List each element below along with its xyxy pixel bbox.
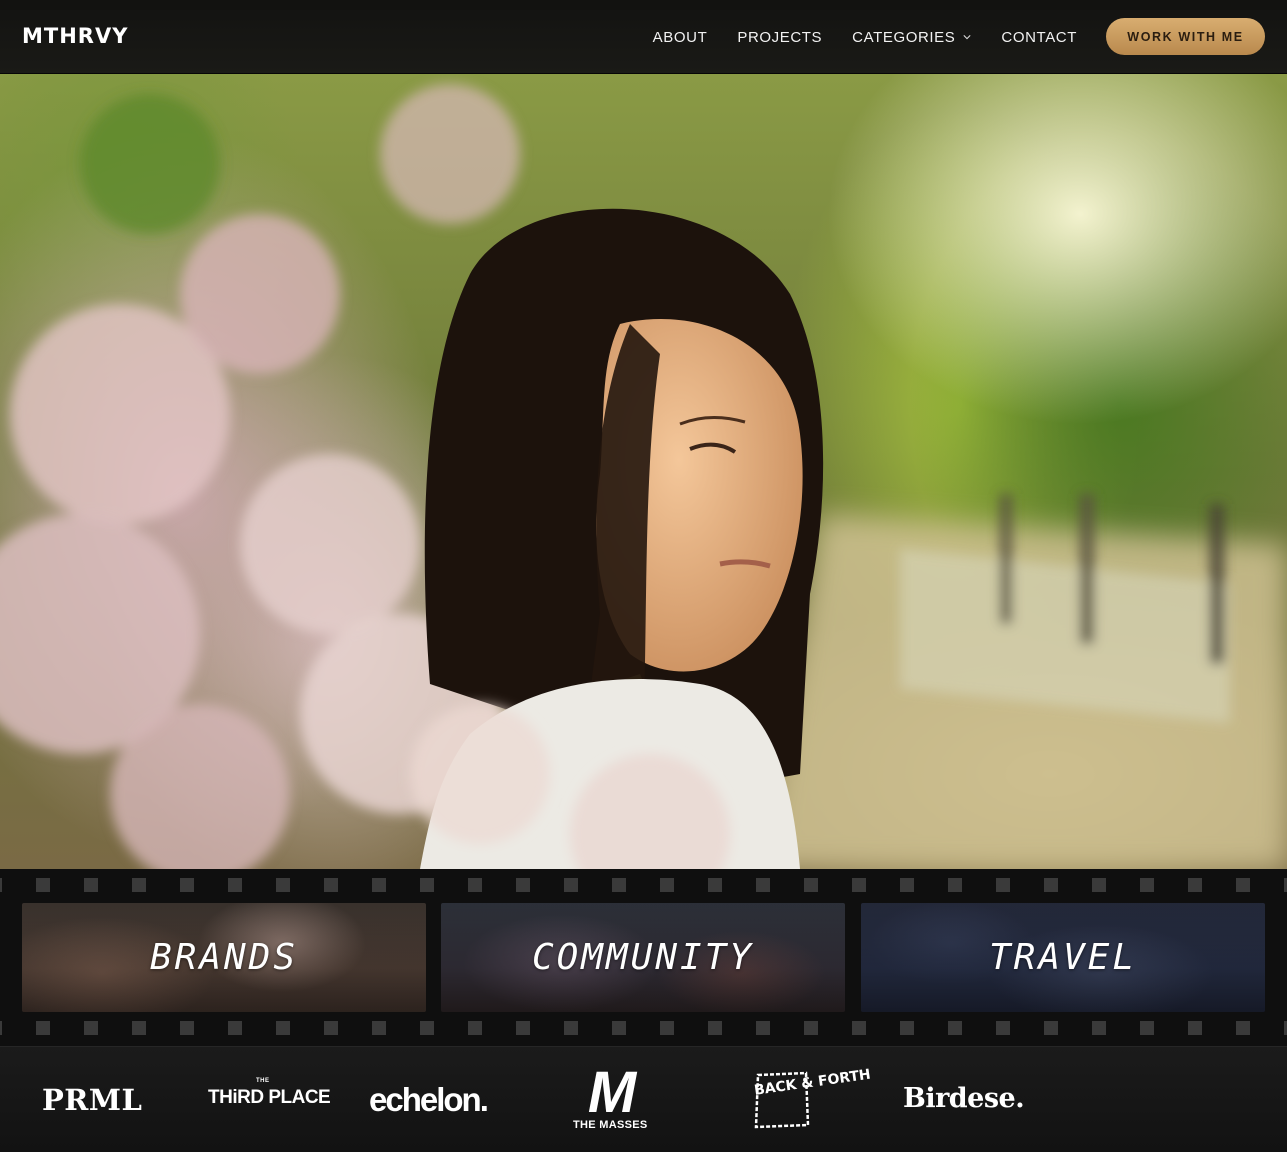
nav-projects[interactable]: PROJECTS bbox=[737, 29, 822, 46]
chevron-down-icon bbox=[963, 35, 971, 40]
film-sprockets-top bbox=[0, 878, 1287, 892]
logo-back-and-forth: BACK & FORTH bbox=[753, 1067, 872, 1129]
site-header: MTHRVY ABOUT PROJECTS CATEGORIES CONTACT… bbox=[0, 0, 1287, 74]
logo-the-masses-mark: M bbox=[587, 1060, 636, 1125]
nav-categories-label: CATEGORIES bbox=[852, 28, 956, 46]
category-label-travel: TRAVEL bbox=[988, 937, 1138, 978]
nav-contact[interactable]: CONTACT bbox=[1001, 29, 1077, 46]
logo-birdese: Birdese. bbox=[903, 1083, 1025, 1114]
category-label-community: COMMUNITY bbox=[531, 937, 755, 978]
logo-echelon: echelon. bbox=[369, 1081, 489, 1118]
category-label-brands: BRANDS bbox=[149, 937, 299, 978]
logo-third-place-text: THiRD PLACE bbox=[208, 1087, 331, 1108]
hero-illustration bbox=[0, 84, 1287, 869]
hero-image bbox=[0, 74, 1287, 869]
main-nav: ABOUT PROJECTS CATEGORIES CONTACT bbox=[653, 0, 1077, 74]
logo-third-place-small: THE bbox=[256, 1078, 270, 1084]
nav-categories[interactable]: CATEGORIES bbox=[852, 29, 971, 46]
category-filmstrip: BRANDS COMMUNITY TRAVEL bbox=[0, 869, 1287, 1046]
category-card-brands[interactable]: BRANDS bbox=[22, 903, 426, 1012]
logo-prml: PRML bbox=[42, 1083, 143, 1117]
client-logos: PRML THE THiRD PLACE echelon. M THE MASS… bbox=[0, 1046, 1287, 1152]
logo-the-masses-text: THE MASSES bbox=[573, 1119, 648, 1131]
film-sprockets-bottom bbox=[0, 1021, 1287, 1035]
category-card-travel[interactable]: TRAVEL bbox=[861, 903, 1265, 1012]
category-card-community[interactable]: COMMUNITY bbox=[441, 903, 845, 1012]
nav-about[interactable]: ABOUT bbox=[653, 29, 708, 46]
site-logo[interactable]: MTHRVY bbox=[22, 24, 128, 48]
logo-the-masses: M THE MASSES bbox=[573, 1060, 648, 1137]
logo-third-place: THE THiRD PLACE bbox=[208, 1078, 331, 1109]
work-with-me-button[interactable]: WORK WITH ME bbox=[1106, 18, 1265, 55]
